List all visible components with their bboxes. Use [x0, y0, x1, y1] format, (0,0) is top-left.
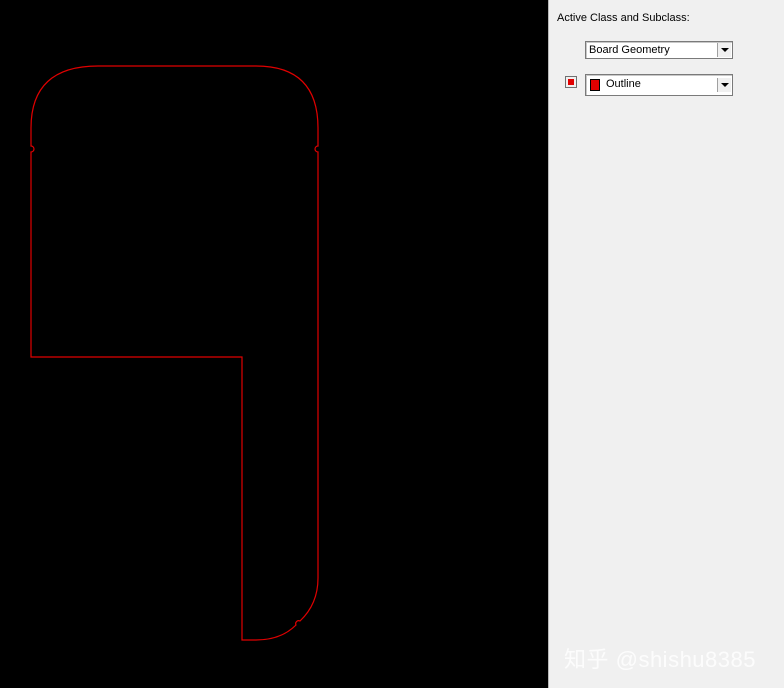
color-swatch-icon — [590, 79, 600, 91]
chevron-down-icon[interactable] — [717, 78, 731, 92]
design-canvas[interactable] — [0, 0, 548, 688]
color-swatch-button[interactable] — [565, 76, 577, 88]
watermark-text: 知乎 @shishu8385 — [564, 647, 756, 672]
class-dropdown[interactable]: Board Geometry — [585, 41, 733, 59]
class-dropdown-value: Board Geometry — [589, 44, 670, 56]
options-panel: Active Class and Subclass: Board Geometr… — [548, 0, 784, 688]
subclass-dropdown[interactable]: Outline — [585, 74, 733, 96]
active-class-label: Active Class and Subclass: — [557, 12, 690, 24]
subclass-dropdown-value: Outline — [606, 78, 641, 90]
board-outline[interactable] — [30, 65, 319, 641]
board-outline-drawing — [30, 65, 319, 641]
chevron-down-icon[interactable] — [717, 43, 731, 57]
